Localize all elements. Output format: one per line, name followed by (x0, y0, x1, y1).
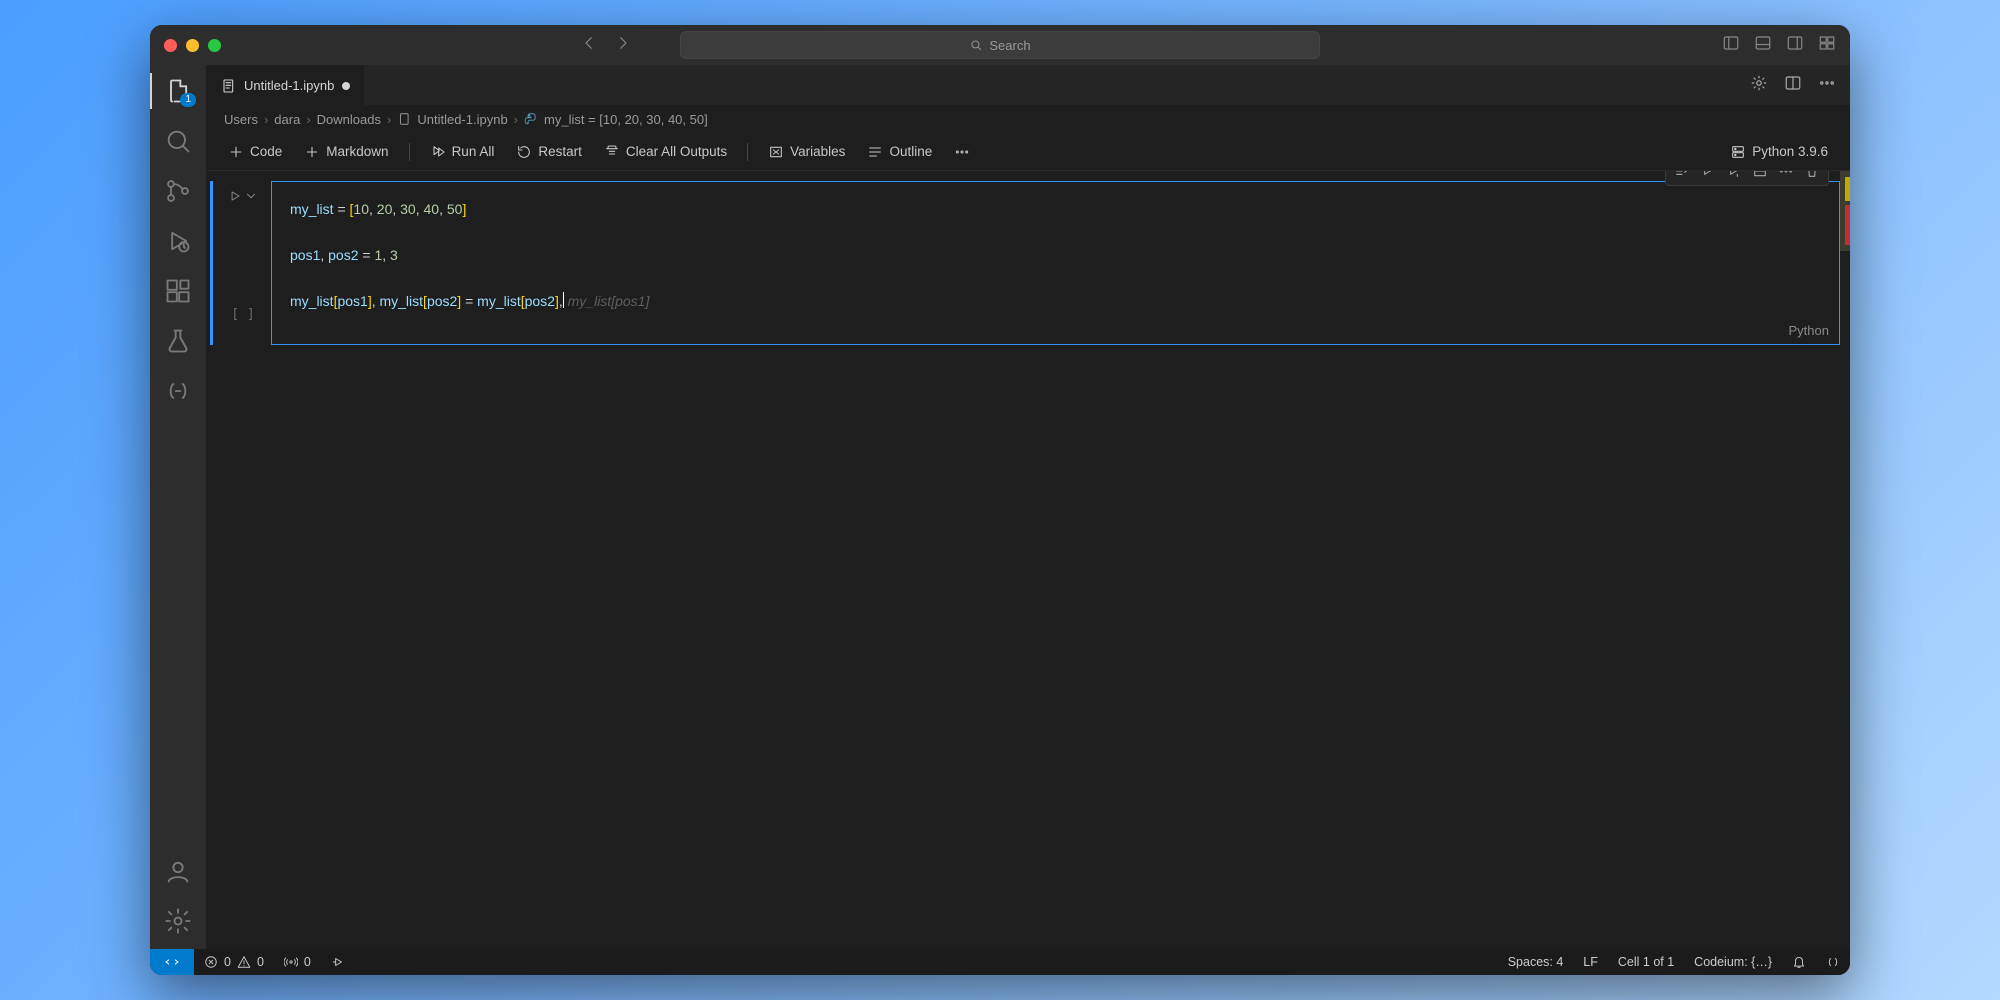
minimap-markers (1840, 171, 1850, 251)
run-cell-button[interactable] (228, 189, 258, 203)
chevron-down-icon (244, 189, 258, 203)
breadcrumb-segment[interactable]: Downloads (317, 112, 381, 127)
nav-back-icon[interactable] (580, 34, 598, 57)
modified-indicator-icon (342, 82, 350, 90)
nav-forward-icon[interactable] (614, 34, 632, 57)
outline-button[interactable]: Outline (859, 140, 940, 164)
plus-icon (304, 144, 320, 160)
restart-icon (516, 144, 532, 160)
bell-icon (1792, 955, 1806, 969)
panel-bottom-icon[interactable] (1754, 34, 1772, 57)
plus-icon (228, 144, 244, 160)
layout-icon[interactable] (1818, 34, 1836, 57)
source-control-icon[interactable] (164, 177, 192, 205)
search-placeholder: Search (989, 38, 1030, 53)
notebook-toolbar: Code Markdown Run All Restart Clear All … (206, 133, 1850, 171)
broadcast-icon (284, 955, 298, 969)
feedback-button[interactable] (1816, 955, 1850, 969)
breadcrumb-symbol[interactable]: my_list = [10, 20, 30, 40, 50] (544, 112, 708, 127)
command-center-search[interactable]: Search (680, 31, 1320, 59)
error-icon (204, 955, 218, 969)
search-activity-icon[interactable] (164, 127, 192, 155)
activity-bar: 1 (150, 65, 206, 949)
execution-count: [ ] (231, 307, 254, 322)
minimize-window-button[interactable] (186, 39, 199, 52)
cell-more-icon[interactable] (1778, 171, 1794, 184)
extensions-icon[interactable] (164, 277, 192, 305)
execute-below-icon[interactable] (1726, 171, 1742, 184)
kernel-picker-button[interactable]: Python 3.9.6 (1722, 140, 1836, 164)
warning-icon (237, 955, 251, 969)
server-icon (1730, 144, 1746, 160)
settings-gear-icon[interactable] (164, 907, 192, 935)
window-controls (164, 39, 221, 52)
more-actions-icon[interactable] (1818, 74, 1836, 97)
run-settings-icon[interactable] (1750, 74, 1768, 97)
codeium-icon[interactable] (164, 377, 192, 405)
execute-above-icon[interactable] (1700, 171, 1716, 184)
add-markdown-cell-button[interactable]: Markdown (296, 140, 396, 164)
debug-icon (331, 955, 345, 969)
play-icon (228, 189, 242, 203)
run-all-button[interactable]: Run All (422, 140, 503, 164)
toolbar-more-button[interactable] (946, 140, 978, 164)
cell-toolbar (1665, 171, 1829, 186)
cell-focus-indicator (210, 181, 213, 345)
breadcrumb-segment[interactable]: dara (274, 112, 300, 127)
clear-outputs-button[interactable]: Clear All Outputs (596, 140, 735, 164)
delete-cell-icon[interactable] (1804, 171, 1820, 184)
outline-icon (867, 144, 883, 160)
editor-tabs: Untitled-1.ipynb (206, 65, 1850, 105)
python-symbol-icon (524, 112, 538, 126)
run-debug-icon[interactable] (164, 227, 192, 255)
breadcrumb-segment[interactable]: Untitled-1.ipynb (417, 112, 507, 127)
indentation-button[interactable]: Spaces: 4 (1498, 955, 1574, 969)
run-by-line-icon[interactable] (1674, 171, 1690, 184)
notebook-file-icon (220, 78, 236, 94)
maximize-window-button[interactable] (208, 39, 221, 52)
testing-icon[interactable] (164, 327, 192, 355)
breadcrumb[interactable]: Users› dara› Downloads› Untitled-1.ipynb… (206, 105, 1850, 133)
tab-label: Untitled-1.ipynb (244, 78, 334, 93)
notifications-button[interactable] (1782, 955, 1816, 969)
account-icon[interactable] (164, 857, 192, 885)
split-editor-icon[interactable] (1784, 74, 1802, 97)
restart-kernel-button[interactable]: Restart (508, 140, 590, 164)
panel-right-icon[interactable] (1786, 34, 1804, 57)
notebook-editor[interactable]: [ ] my_list = [10, 20, 30, 40, 50] pos1,… (206, 171, 1850, 949)
codeium-status[interactable]: Codeium: {…} (1684, 955, 1782, 969)
feedback-icon (1826, 955, 1840, 969)
vscode-window: Search 1 (150, 25, 1850, 975)
search-icon (969, 38, 983, 52)
clear-icon (604, 144, 620, 160)
close-window-button[interactable] (164, 39, 177, 52)
code-cell[interactable]: my_list = [10, 20, 30, 40, 50] pos1, pos… (271, 181, 1840, 345)
debug-start-button[interactable] (321, 955, 355, 969)
split-cell-icon[interactable] (1752, 171, 1768, 184)
nav-arrows (580, 34, 632, 57)
cell-language-label[interactable]: Python (1789, 323, 1829, 338)
breadcrumb-segment[interactable]: Users (224, 112, 258, 127)
add-code-cell-button[interactable]: Code (220, 140, 290, 164)
notebook-file-icon (397, 112, 411, 126)
tab-untitled-notebook[interactable]: Untitled-1.ipynb (206, 65, 365, 105)
ports-button[interactable]: 0 (274, 955, 321, 969)
remote-button[interactable] (150, 949, 194, 975)
play-all-icon (430, 144, 446, 160)
problems-button[interactable]: 0 0 (194, 955, 274, 969)
code-editor[interactable]: my_list = [10, 20, 30, 40, 50] pos1, pos… (272, 182, 1839, 319)
titlebar: Search (150, 25, 1850, 65)
remote-icon (164, 954, 180, 970)
status-bar: 0 0 0 Spaces: 4 LF Cell 1 of 1 Codeium: … (150, 949, 1850, 975)
ellipsis-icon (954, 144, 970, 160)
cell-position[interactable]: Cell 1 of 1 (1608, 955, 1684, 969)
explorer-badge: 1 (180, 93, 196, 107)
panel-left-icon[interactable] (1722, 34, 1740, 57)
variables-button[interactable]: Variables (760, 140, 853, 164)
eol-button[interactable]: LF (1573, 955, 1608, 969)
explorer-icon[interactable]: 1 (164, 77, 192, 105)
variables-icon (768, 144, 784, 160)
